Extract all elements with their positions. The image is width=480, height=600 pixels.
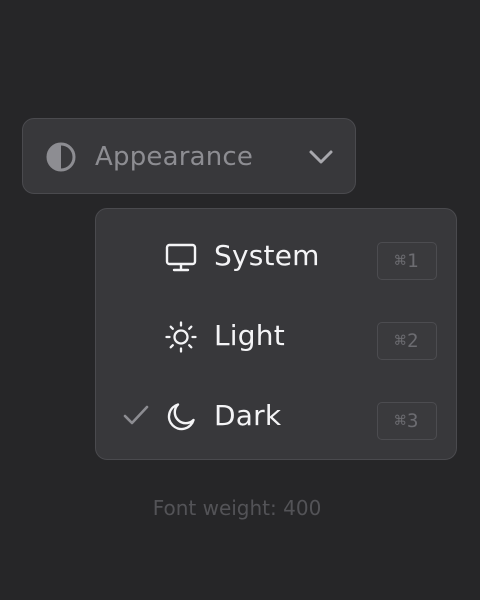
menu-item-label: System <box>214 239 320 272</box>
chevron-down-icon <box>309 150 333 164</box>
sun-icon <box>165 321 197 353</box>
menu-item-dark[interactable]: Dark ⌘3 <box>96 376 456 456</box>
shortcut-badge: ⌘1 <box>377 242 437 280</box>
moon-icon <box>167 403 195 431</box>
shortcut-badge: ⌘2 <box>377 322 437 360</box>
shortcut-badge: ⌘3 <box>377 402 437 440</box>
checkmark-icon <box>123 405 149 425</box>
menu-item-label: Dark <box>214 399 282 432</box>
menu-item-light[interactable]: Light ⌘2 <box>96 296 456 376</box>
menu-item-system[interactable]: System ⌘1 <box>96 216 456 296</box>
menu-item-label: Light <box>214 319 285 352</box>
appearance-dropdown-trigger[interactable]: Appearance <box>22 118 356 194</box>
appearance-label: Appearance <box>95 142 254 172</box>
monitor-icon <box>165 243 197 272</box>
font-weight-note: Font weight: 400 <box>152 496 322 520</box>
contrast-icon <box>46 142 76 172</box>
appearance-menu: System ⌘1 Light ⌘2 Dark ⌘3 <box>95 208 457 460</box>
